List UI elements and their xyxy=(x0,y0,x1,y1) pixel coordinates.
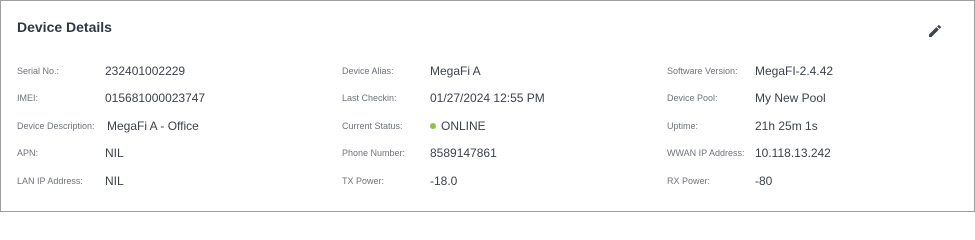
edit-button[interactable] xyxy=(927,23,945,41)
last-checkin-label: Last Checkin: xyxy=(342,93,397,104)
rx-power-label: RX Power: xyxy=(667,175,711,186)
field-device-alias: Device Alias: MegaFi A xyxy=(342,57,481,85)
lan-ip-value: NIL xyxy=(105,173,124,188)
last-checkin-value: 01/27/2024 12:55 PM xyxy=(430,91,545,106)
field-current-status: Current Status: ONLINE xyxy=(342,112,486,140)
imei-label: IMEI: xyxy=(17,93,39,104)
field-software-version: Software Version: MegaFI-2.4.42 xyxy=(667,57,833,85)
field-rx-power: RX Power: -80 xyxy=(667,167,772,195)
field-lan-ip: LAN IP Address: NIL xyxy=(17,167,124,195)
field-device-description: Device Description: MegaFi A - Office xyxy=(17,112,199,140)
phone-number-label: Phone Number: xyxy=(342,148,406,159)
pencil-icon xyxy=(927,23,945,39)
wwan-ip-label: WWAN IP Address: xyxy=(667,148,745,159)
software-version-label: Software Version: xyxy=(667,65,738,76)
apn-label: APN: xyxy=(17,148,39,159)
card-title: Device Details xyxy=(17,19,112,35)
wwan-ip-value: 10.118.13.242 xyxy=(755,146,831,161)
tx-power-label: TX Power: xyxy=(342,175,385,186)
field-last-checkin: Last Checkin: 01/27/2024 12:55 PM xyxy=(342,85,545,113)
details-column-2: Device Alias: MegaFi A Last Checkin: 01/… xyxy=(342,57,545,195)
imei-value: 015681000023747 xyxy=(105,91,206,106)
uptime-value: 21h 25m 1s xyxy=(755,118,818,133)
device-alias-value: MegaFi A xyxy=(430,63,481,78)
field-serial-no: Serial No.: 232401002229 xyxy=(17,57,185,85)
device-description-value: MegaFi A - Office xyxy=(107,118,199,133)
status-dot-icon xyxy=(430,122,436,129)
details-column-1: Serial No.: 232401002229 IMEI: 015681000… xyxy=(17,57,205,195)
serial-no-value: 232401002229 xyxy=(105,63,186,78)
field-imei: IMEI: 015681000023747 xyxy=(17,85,205,113)
lan-ip-label: LAN IP Address: xyxy=(17,175,83,186)
device-pool-label: Device Pool: xyxy=(667,93,718,104)
phone-number-value: 8589147861 xyxy=(430,146,497,161)
tx-power-value: -18.0 xyxy=(430,173,458,188)
rx-power-value: -80 xyxy=(755,173,773,188)
device-description-label: Device Description: xyxy=(17,120,95,131)
apn-value: NIL xyxy=(105,146,124,161)
field-apn: APN: NIL xyxy=(17,140,124,168)
field-uptime: Uptime: 21h 25m 1s xyxy=(667,112,818,140)
uptime-label: Uptime: xyxy=(667,120,699,131)
device-alias-label: Device Alias: xyxy=(342,65,394,76)
device-details-card: Device Details Serial No.: 232401002229 … xyxy=(0,0,975,212)
software-version-value: MegaFI-2.4.42 xyxy=(755,63,834,78)
device-pool-value: My New Pool xyxy=(755,91,826,106)
status-badge: ONLINE xyxy=(430,119,486,133)
field-phone-number: Phone Number: 8589147861 xyxy=(342,140,497,168)
field-tx-power: TX Power: -18.0 xyxy=(342,167,457,195)
field-device-pool: Device Pool: My New Pool xyxy=(667,85,826,113)
current-status-value: ONLINE xyxy=(441,118,486,133)
serial-no-label: Serial No.: xyxy=(17,65,60,76)
field-wwan-ip: WWAN IP Address: 10.118.13.242 xyxy=(667,140,831,168)
details-column-3: Software Version: MegaFI-2.4.42 Device P… xyxy=(667,57,833,195)
current-status-label: Current Status: xyxy=(342,120,403,131)
